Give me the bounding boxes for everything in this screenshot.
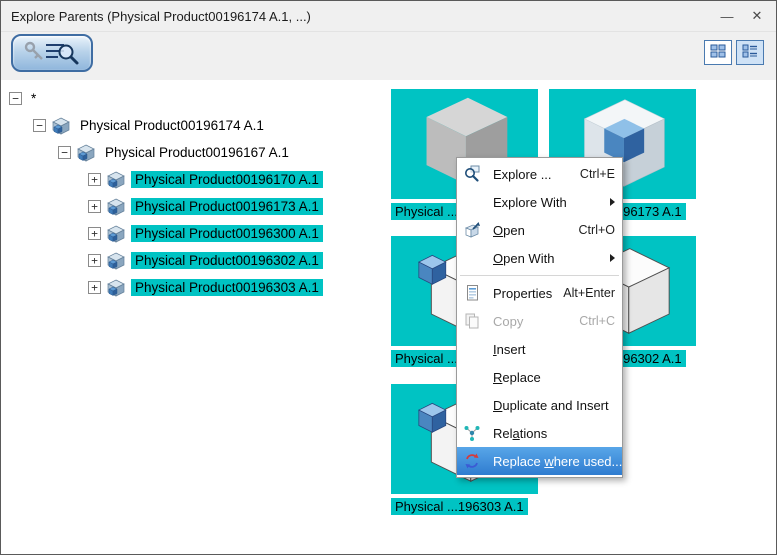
expand-expander-icon[interactable]: + [88,173,101,186]
menu-item-label: Properties [493,285,553,301]
collapse-expander-icon[interactable]: − [58,146,71,159]
menu-item-label: Open With [493,250,555,266]
tree-row[interactable]: + Physical Product00196300 A.1 [9,220,323,247]
menu-icon-spacer [463,368,489,386]
tree-row[interactable]: − * [9,85,323,112]
collapse-expander-icon[interactable]: − [9,92,22,105]
menu-item-duplicate-and-insert[interactable]: Duplicate and Insert [457,391,622,419]
submenu-arrow-icon [610,198,615,206]
key-search-icon [20,38,84,69]
submenu-arrow-icon [610,254,615,262]
menu-item-label: Explore With [493,194,567,210]
menu-item-label: Explore ... [493,166,552,182]
product-cube-icon [76,144,96,162]
menu-icon-spacer [463,340,489,358]
menu-item-properties[interactable]: Properties Alt+Enter [457,279,622,307]
menu-item-label: Open [493,222,525,238]
tree-node-label[interactable]: * [27,90,40,107]
relations-icon [463,424,489,442]
menu-item-label: Copy [493,313,524,329]
tree-node-label[interactable]: Physical Product00196167 A.1 [101,144,293,161]
tree-row[interactable]: − Physical Product00196167 A.1 [9,139,323,166]
replace-where-used-icon [463,452,489,470]
menu-shortcut: Ctrl+E [579,167,615,181]
menu-item-label: Relations [493,425,548,441]
detail-view-button[interactable] [736,40,764,65]
thumbnail-view-icon [710,44,726,61]
menu-icon-spacer [463,249,489,267]
menu-item-explore-with[interactable]: Explore With [457,188,622,216]
tree-row[interactable]: + Physical Product00196173 A.1 [9,193,323,220]
menu-item-relations[interactable]: Relations [457,419,622,447]
product-cube-icon [106,225,126,243]
product-cube-icon [106,198,126,216]
menu-shortcut: Alt+Enter [563,286,615,300]
tree-node-label[interactable]: Physical Product00196302 A.1 [131,252,323,269]
product-cube-icon [106,279,126,297]
menu-item-label: Replace where used... [493,453,623,469]
thumbnail-label[interactable]: Physical ...196303 A.1 [391,498,528,515]
menu-item-open[interactable]: Open Ctrl+O [457,216,622,244]
tree-node-label[interactable]: Physical Product00196300 A.1 [131,225,323,242]
tree-node-label[interactable]: Physical Product00196173 A.1 [131,198,323,215]
tree-row[interactable]: + Physical Product00196302 A.1 [9,247,323,274]
detail-view-icon [742,44,758,61]
menu-item-insert[interactable]: Insert [457,335,622,363]
menu-shortcut: Ctrl+C [579,314,615,328]
expand-expander-icon[interactable]: + [88,200,101,213]
titlebar: Explore Parents (Physical Product0019617… [1,1,776,32]
product-cube-icon [106,252,126,270]
window-title: Explore Parents (Physical Product0019617… [11,8,311,24]
collapse-expander-icon[interactable]: − [33,119,46,132]
tree-row[interactable]: − Physical Product00196174 A.1 [9,112,323,139]
menu-item-label: Insert [493,341,526,357]
explore-icon [463,165,489,183]
menu-item-replace[interactable]: Replace [457,363,622,391]
expand-expander-icon[interactable]: + [88,227,101,240]
tree: − * − Physical Product00196174 A.1− Physic… [9,85,323,301]
tree-node-label[interactable]: Physical Product00196174 A.1 [76,117,268,134]
menu-icon-spacer [463,396,489,414]
expand-expander-icon[interactable]: + [88,281,101,294]
menu-icon-spacer [463,193,489,211]
thumbnail-view-button[interactable] [704,40,732,65]
menu-item-copy[interactable]: Copy Ctrl+C [457,307,622,335]
tree-node-label[interactable]: Physical Product00196303 A.1 [131,279,323,296]
minimize-button[interactable]: — [712,4,742,28]
view-toggle-group [704,40,764,65]
expand-expander-icon[interactable]: + [88,254,101,267]
menu-separator [460,275,619,276]
tree-row[interactable]: + Physical Product00196303 A.1 [9,274,323,301]
menu-item-label: Duplicate and Insert [493,397,609,413]
filter-search-button[interactable] [11,34,93,72]
product-cube-icon [51,117,71,135]
menu-item-replace-where-used[interactable]: Replace where used... [457,447,622,475]
copy-icon [463,312,489,330]
tree-node-label[interactable]: Physical Product00196170 A.1 [131,171,323,188]
properties-icon [463,284,489,302]
toolbar [1,32,776,80]
tree-row[interactable]: + Physical Product00196170 A.1 [9,166,323,193]
explore-parents-window: { "colors": { "selection_teal": "#00c3c3… [0,0,777,555]
product-cube-icon [106,171,126,189]
close-button[interactable]: ✕ [742,4,772,28]
menu-item-open-with[interactable]: Open With [457,244,622,272]
menu-item-explore[interactable]: Explore ... Ctrl+E [457,160,622,188]
menu-shortcut: Ctrl+O [578,223,615,237]
open-icon [463,221,489,239]
context-menu: Explore ... Ctrl+E Explore With Open Ctrl+O… [456,157,623,478]
menu-item-label: Replace [493,369,541,385]
